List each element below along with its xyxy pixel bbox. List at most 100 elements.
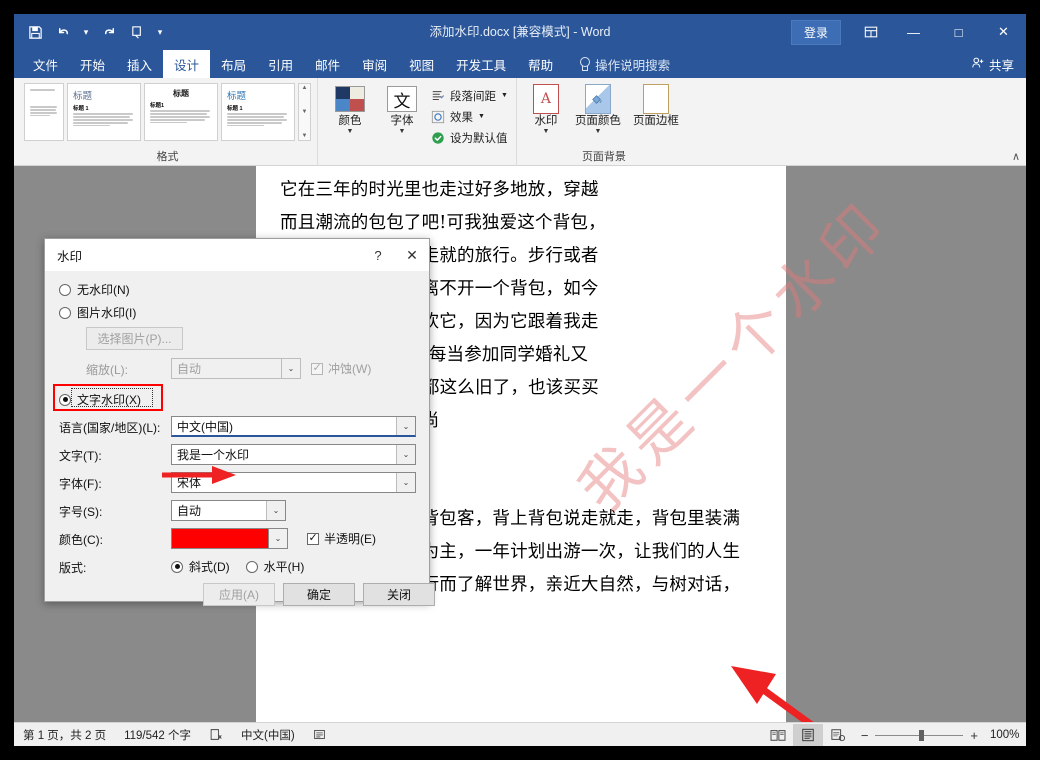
zoom-out-button[interactable]: − <box>861 728 869 743</box>
theme-colors-button[interactable]: 颜色 ▼ <box>324 81 376 147</box>
watermark-dialog[interactable]: 水印 ? ✕ 无水印(N) 图片水印(I) 选择图片(P)... 缩放(L): … <box>44 238 435 606</box>
font-combo[interactable]: 宋体 ⌄ <box>171 472 416 493</box>
chevron-down-icon[interactable]: ▼ <box>347 128 354 136</box>
view-web-layout-button[interactable] <box>823 724 853 746</box>
dialog-close-icon[interactable]: ✕ <box>395 239 429 271</box>
tab-view[interactable]: 视图 <box>398 50 445 78</box>
chevron-down-icon[interactable]: ▼ <box>501 92 508 99</box>
size-combo[interactable]: 自动 ⌄ <box>171 500 286 521</box>
color-dropdown-icon[interactable]: ⌄ <box>269 528 288 549</box>
gallery-scrollbar[interactable]: ▲ ▼ ▼ <box>298 83 311 141</box>
apply-button[interactable]: 应用(A) <box>203 583 275 606</box>
ribbon-group-label-formatting: 格式 <box>156 151 179 163</box>
ribbon-group-theme: 颜色 ▼ 文 字体 ▼ 段落间距 ▼ 效果 ▼ 设为默认值 <box>318 78 517 166</box>
watermark-button[interactable]: A 水印 ▼ <box>523 81 569 147</box>
effects-button[interactable]: 效果 ▼ <box>428 106 510 127</box>
input-method-icon[interactable] <box>304 728 335 741</box>
select-picture-button[interactable]: 选择图片(P)... <box>86 327 183 350</box>
tab-layout[interactable]: 布局 <box>210 50 257 78</box>
style-set-card[interactable] <box>24 83 64 141</box>
size-label: 字号(S): <box>59 505 103 519</box>
watermark-icon: A <box>532 83 559 115</box>
redo-icon[interactable] <box>96 19 122 45</box>
dialog-close-button[interactable]: 关闭 <box>363 583 435 606</box>
share-button[interactable]: 共享 <box>971 50 1014 78</box>
undo-dropdown-icon[interactable]: ▾ <box>78 19 94 45</box>
gallery-scroll-down-icon[interactable]: ▼ <box>302 109 308 115</box>
page-color-button[interactable]: 页面颜色 ▼ <box>569 81 627 147</box>
theme-fonts-button[interactable]: 文 字体 ▼ <box>376 81 428 147</box>
dialog-help-button[interactable]: ? <box>361 239 395 271</box>
language-indicator[interactable]: 中文(中国) <box>232 727 304 743</box>
page-borders-button[interactable]: 页面边框 <box>627 81 685 147</box>
washout-label: 冲蚀(W) <box>328 362 372 376</box>
semitransparent-checkbox[interactable]: 半透明(E) <box>307 530 376 547</box>
tab-help[interactable]: 帮助 <box>517 50 564 78</box>
minimize-button[interactable]: — <box>891 14 936 50</box>
radio-mark <box>59 306 71 319</box>
chevron-down-icon[interactable]: ⌄ <box>281 359 300 378</box>
size-value: 自动 <box>177 504 202 518</box>
style-set-gallery[interactable]: 标题 标题 1 标题 标题1 标题 标题 1 ▲ ▼ ▼ <box>24 81 311 141</box>
style-set-card[interactable]: 标题 标题1 <box>144 83 218 141</box>
paragraph-spacing-button[interactable]: 段落间距 ▼ <box>428 85 510 106</box>
tab-file[interactable]: 文件 <box>22 50 69 78</box>
zoom-in-button[interactable]: + <box>970 728 978 743</box>
ok-button[interactable]: 确定 <box>283 583 355 606</box>
radio-no-watermark[interactable]: 无水印(N) <box>59 281 130 298</box>
gallery-scroll-up-icon[interactable]: ▲ <box>302 85 308 91</box>
style-set-card[interactable]: 标题 标题 1 <box>221 83 295 141</box>
zoom-track[interactable] <box>875 729 964 741</box>
close-button[interactable]: ✕ <box>981 14 1026 50</box>
chevron-down-icon[interactable]: ⌄ <box>396 473 415 492</box>
collapse-ribbon-icon[interactable]: ∧ <box>1012 150 1020 163</box>
language-combo[interactable]: 中文(中国) ⌄ <box>171 416 416 437</box>
undo-icon[interactable] <box>50 19 76 45</box>
paragraph-spacing-label: 段落间距 <box>450 90 496 103</box>
tab-design[interactable]: 设计 <box>163 50 211 78</box>
gallery-more-icon[interactable]: ▼ <box>302 133 308 139</box>
page-color-icon <box>584 83 611 115</box>
ribbon-display-options-icon[interactable] <box>851 14 891 50</box>
zoom-level[interactable]: 100% <box>986 729 1022 741</box>
page-indicator[interactable]: 第 1 页，共 2 页 <box>14 727 115 743</box>
style-card-sub: 标题 1 <box>73 106 89 112</box>
chevron-down-icon[interactable]: ▼ <box>542 128 549 136</box>
tab-mailings[interactable]: 邮件 <box>304 50 351 78</box>
maximize-button[interactable]: □ <box>936 14 981 50</box>
radio-picture-watermark[interactable]: 图片水印(I) <box>59 304 136 321</box>
view-read-mode-button[interactable] <box>763 724 793 746</box>
chevron-down-icon[interactable]: ⌄ <box>266 501 285 520</box>
view-print-layout-button[interactable] <box>792 724 823 746</box>
zoom-handle[interactable] <box>919 729 925 741</box>
touch-mode-icon[interactable] <box>124 19 150 45</box>
chevron-down-icon[interactable]: ▼ <box>594 128 601 136</box>
watermark-text-combo[interactable]: 我是一个水印 ⌄ <box>171 444 416 465</box>
tab-review[interactable]: 审阅 <box>351 50 398 78</box>
chevron-down-icon[interactable]: ▼ <box>399 128 406 136</box>
word-count[interactable]: 119/542 个字 <box>115 727 200 743</box>
radio-layout-horizontal[interactable]: 水平(H) <box>245 558 304 575</box>
set-as-default-button[interactable]: 设为默认值 <box>428 127 510 148</box>
chevron-down-icon[interactable]: ⌄ <box>396 417 415 435</box>
style-set-card[interactable]: 标题 标题 1 <box>67 83 141 141</box>
chevron-down-icon[interactable]: ⌄ <box>396 445 415 464</box>
zoom-slider[interactable]: − + <box>853 728 986 743</box>
proofing-status-icon[interactable] <box>200 728 232 741</box>
radio-text-watermark[interactable]: 文字水印(X) <box>59 391 141 408</box>
text-label: 文字(T): <box>59 449 102 463</box>
color-swatch[interactable] <box>171 528 269 549</box>
tell-me-label: 操作说明搜索 <box>595 58 671 73</box>
tab-references[interactable]: 引用 <box>257 50 304 78</box>
customize-qat-icon[interactable]: ▾ <box>152 19 168 45</box>
scale-combo[interactable]: 自动 ⌄ <box>171 358 301 379</box>
signin-button[interactable]: 登录 <box>790 19 841 45</box>
radio-layout-diagonal[interactable]: 斜式(D) <box>171 558 230 575</box>
tab-developer[interactable]: 开发工具 <box>445 50 517 78</box>
chevron-down-icon[interactable]: ▼ <box>478 113 485 120</box>
washout-checkbox[interactable]: 冲蚀(W) <box>311 360 371 377</box>
save-icon[interactable] <box>22 19 48 45</box>
tell-me-search[interactable]: 操作说明搜索 <box>564 50 670 78</box>
tab-home[interactable]: 开始 <box>69 50 116 78</box>
tab-insert[interactable]: 插入 <box>116 50 163 78</box>
